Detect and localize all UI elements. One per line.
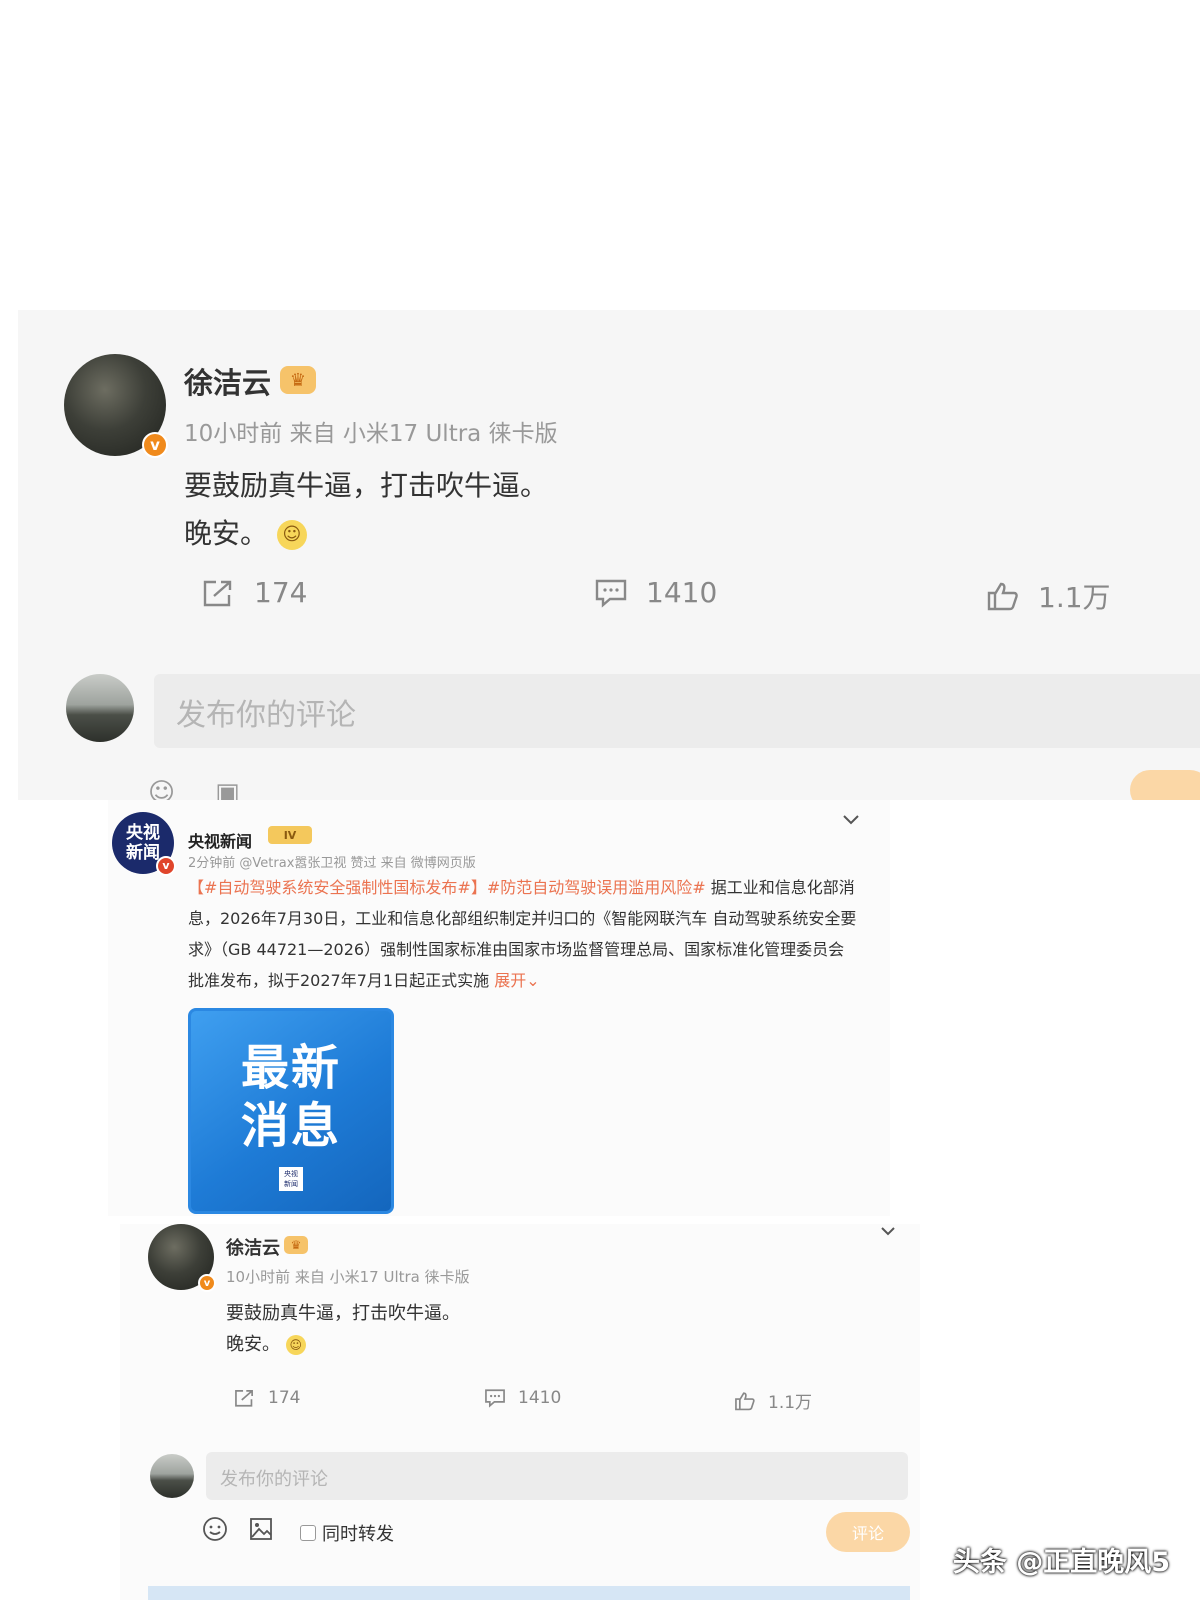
news-image[interactable]: 最新 消息 央视 新闻	[188, 1008, 394, 1214]
post-text: 【#自动驾驶系统安全强制性国标发布#】#防范自动驾驶误用滥用风险# 据工业和信息…	[188, 872, 858, 996]
post-meta: 10小时前 来自 小米17 Ultra 徕卡版	[226, 1268, 470, 1286]
post-text-line: 晚安。 ☺	[226, 1329, 460, 1360]
notice-strip-cut	[148, 1586, 910, 1600]
post-meta: 2分钟前 @Vetrax嚣张卫视 赞过 来自 微博网页版	[188, 856, 476, 871]
expand-label: 展开	[494, 971, 527, 990]
post-text-line: 要鼓励真牛逼，打击吹牛逼。	[226, 1303, 460, 1324]
comment-icon	[485, 1389, 505, 1408]
author-avatar[interactable]: v	[148, 1224, 216, 1292]
smile-emoji-icon: ☺	[285, 1335, 306, 1355]
author-name[interactable]: 徐洁云	[226, 1234, 280, 1260]
checkbox-box[interactable]	[300, 1525, 316, 1541]
emoji-icon[interactable]: ☺	[148, 778, 175, 800]
post-text-line: 晚安。 ☺	[184, 510, 548, 558]
cctv-logo-text: 央视 新闻	[126, 823, 160, 863]
emoji-icon[interactable]	[202, 1516, 228, 1542]
comment-button[interactable]: 1410	[484, 1388, 561, 1408]
expand-link[interactable]: 展开⌄	[494, 971, 539, 990]
post-text-goodnight: 晚安。	[226, 1334, 280, 1355]
chevron-down-icon[interactable]	[842, 814, 860, 826]
repost-icon	[235, 1390, 253, 1407]
like-count: 1.1万	[1038, 581, 1111, 614]
hashtag-link[interactable]: #防范自动驾驶误用滥用风险#	[487, 878, 706, 897]
post-text-line: 要鼓励真牛逼，打击吹牛逼。	[184, 469, 549, 502]
comment-input[interactable]: 发布你的评论	[206, 1452, 908, 1500]
cctv-avatar[interactable]: 央视 新闻 v	[112, 812, 176, 876]
news-image-logo: 央视 新闻	[279, 1167, 303, 1191]
like-count: 1.1万	[768, 1393, 813, 1413]
watermark: 头条 @正直晚风5	[952, 1547, 1170, 1578]
news-title-line: 最新	[240, 1040, 341, 1096]
image-icon[interactable]: ▣	[215, 778, 240, 800]
author-name[interactable]: 徐洁云	[184, 360, 271, 402]
post-meta: 10小时前 来自 小米17 Ultra 徕卡版	[184, 421, 558, 447]
crown-icon: ♛	[284, 1236, 308, 1254]
comment-input[interactable]: 发布你的评论	[154, 674, 1200, 748]
verified-badge-icon: v	[156, 856, 176, 876]
top-post-card: v 徐洁云 ♛ 10小时前 来自 小米17 Ultra 徕卡版 要鼓励真牛逼，打…	[18, 310, 1200, 800]
comment-count: 1410	[646, 576, 718, 609]
post-comment-button[interactable]: 评论	[826, 1512, 910, 1552]
repost-count: 174	[254, 576, 308, 609]
current-user-avatar	[66, 674, 134, 742]
verified-badge-icon: v	[198, 1274, 216, 1292]
post-text: 要鼓励真牛逼，打击吹牛逼。 晚安。 ☺	[184, 462, 548, 558]
post-text-goodnight: 晚安。	[184, 517, 269, 550]
repost-button[interactable]: 174	[202, 576, 307, 609]
news-title-line: 消息	[240, 1098, 341, 1154]
repost-count: 174	[268, 1388, 301, 1408]
repost-checkbox-label: 同时转发	[322, 1524, 394, 1545]
comment-button[interactable]: 1410	[594, 576, 717, 609]
image-icon[interactable]	[248, 1516, 274, 1542]
comment-toolbar-cut: ☺ ▣	[148, 778, 240, 800]
like-button[interactable]: 1.1万	[986, 576, 1111, 616]
level-badge: IV	[268, 826, 312, 844]
verified-badge-icon: v	[142, 432, 168, 458]
comment-icon	[595, 579, 627, 608]
small-post-card: v 徐洁云 ♛ 10小时前 来自 小米17 Ultra 徕卡版 要鼓励真牛逼，打…	[120, 1224, 920, 1600]
comment-count: 1410	[518, 1388, 562, 1408]
hashtag-link[interactable]: 【#自动驾驶系统安全强制性国标发布#】	[188, 878, 487, 897]
current-user-avatar	[150, 1454, 194, 1498]
author-avatar[interactable]: v	[64, 354, 168, 458]
like-icon	[987, 582, 1018, 611]
repost-icon	[203, 580, 232, 606]
post-text: 要鼓励真牛逼，打击吹牛逼。 晚安。 ☺	[226, 1298, 460, 1360]
crown-icon: ♛	[280, 366, 316, 394]
post-button-cut[interactable]	[1130, 770, 1200, 800]
repost-checkbox[interactable]: 同时转发	[300, 1520, 394, 1546]
chevron-down-icon[interactable]	[880, 1226, 896, 1236]
news-image-title: 最新 消息	[191, 1039, 391, 1155]
cctv-post-card: 央视 新闻 v 央视新闻 IV 2分钟前 @Vetrax嚣张卫视 赞过 来自 微…	[108, 800, 890, 1216]
like-button[interactable]: 1.1万	[734, 1388, 812, 1413]
author-name[interactable]: 央视新闻	[188, 828, 252, 852]
repost-button[interactable]: 174	[234, 1388, 300, 1408]
smile-emoji-icon: ☺	[276, 520, 307, 550]
like-icon	[735, 1391, 755, 1410]
